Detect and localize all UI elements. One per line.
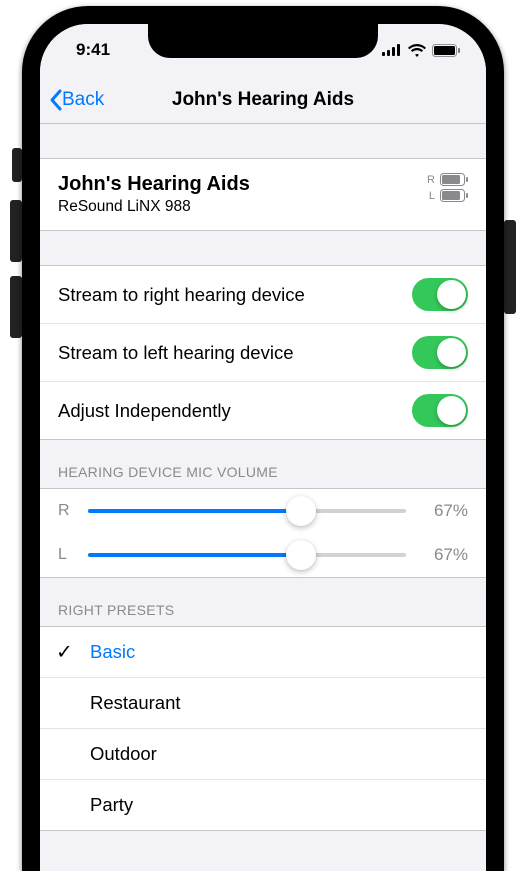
stream-right-toggle[interactable] (412, 278, 468, 311)
nav-bar: Back John's Hearing Aids (40, 76, 486, 124)
mic-volume-group: R 67% L 67% (40, 488, 486, 578)
toggle-group: Stream to right hearing device Stream to… (40, 265, 486, 440)
volume-up-button (10, 200, 22, 262)
preset-label: Outdoor (90, 743, 157, 765)
preset-outdoor[interactable]: Outdoor (40, 728, 486, 779)
phone-frame: 9:41 (0, 0, 526, 871)
presets-group: ✓ Basic Restaurant Outdoor Party (40, 626, 486, 831)
mic-left-slider[interactable] (88, 553, 406, 557)
mic-left-label: L (58, 546, 74, 564)
presets-header: Right Presets (40, 578, 486, 626)
mic-right-slider[interactable] (88, 509, 406, 513)
battery-left-icon (440, 189, 468, 202)
cellular-icon (382, 44, 402, 56)
notch (148, 22, 378, 58)
mic-volume-left-cell: L 67% (40, 533, 486, 577)
battery-icon (432, 44, 460, 57)
content-scroll[interactable]: John's Hearing Aids ReSound LiNX 988 R (40, 124, 486, 871)
mic-right-value: 67% (420, 501, 468, 521)
preset-party[interactable]: Party (40, 779, 486, 830)
preset-label: Basic (90, 641, 135, 663)
device-info-cell[interactable]: John's Hearing Aids ReSound LiNX 988 R (40, 159, 486, 230)
mic-left-value: 67% (420, 545, 468, 565)
adjust-independent-toggle[interactable] (412, 394, 468, 427)
adjust-independent-cell: Adjust Independently (40, 381, 486, 439)
device-model: ReSound LiNX 988 (58, 198, 250, 216)
stream-right-label: Stream to right hearing device (58, 284, 305, 306)
battery-right-icon (440, 173, 468, 186)
status-time: 9:41 (76, 40, 110, 60)
mic-right-label: R (58, 502, 74, 520)
power-button (504, 220, 516, 314)
back-label: Back (62, 89, 104, 111)
checkmark-icon: ✓ (56, 640, 73, 665)
device-info-group: John's Hearing Aids ReSound LiNX 988 R (40, 158, 486, 231)
mute-switch (12, 148, 22, 182)
mic-volume-right-cell: R 67% (40, 489, 486, 533)
device-name: John's Hearing Aids (58, 173, 250, 196)
wifi-icon (408, 44, 426, 57)
stream-left-cell: Stream to left hearing device (40, 323, 486, 381)
stream-left-toggle[interactable] (412, 336, 468, 369)
page-title: John's Hearing Aids (40, 89, 486, 111)
mic-volume-header: Hearing Device Mic Volume (40, 440, 486, 488)
preset-label: Restaurant (90, 692, 181, 714)
stream-right-cell: Stream to right hearing device (40, 266, 486, 323)
preset-restaurant[interactable]: Restaurant (40, 677, 486, 728)
preset-label: Party (90, 794, 133, 816)
battery-right-label: R (427, 174, 435, 186)
battery-left-label: L (429, 190, 435, 202)
adjust-independent-label: Adjust Independently (58, 400, 231, 422)
back-button[interactable]: Back (48, 88, 104, 112)
status-indicators (382, 44, 460, 57)
battery-status: R L (427, 173, 468, 202)
screen: 9:41 (40, 24, 486, 871)
volume-down-button (10, 276, 22, 338)
preset-basic[interactable]: ✓ Basic (40, 627, 486, 677)
stream-left-label: Stream to left hearing device (58, 342, 294, 364)
